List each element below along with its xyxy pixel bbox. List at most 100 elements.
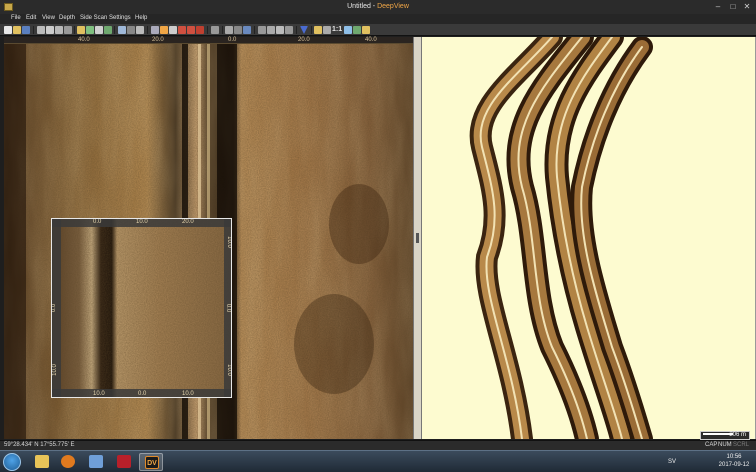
shield-icon xyxy=(117,455,131,468)
toolbar-separator xyxy=(222,26,223,34)
undo-icon[interactable] xyxy=(178,26,186,34)
cut-icon[interactable] xyxy=(37,26,45,34)
ruler-tick: 0.0 xyxy=(228,37,237,43)
toolbar-separator xyxy=(114,26,115,34)
start-button[interactable] xyxy=(3,453,21,471)
menu-side-scan[interactable]: Side Scan xyxy=(80,15,107,21)
menu-help[interactable]: Help xyxy=(135,15,147,21)
chart-map-view[interactable] xyxy=(422,37,756,439)
splitter-handle[interactable] xyxy=(416,233,419,243)
pan-icon[interactable] xyxy=(127,26,135,34)
taskbar-explorer[interactable] xyxy=(30,453,54,471)
cap-indicator: CAP xyxy=(705,442,718,448)
map-icon[interactable] xyxy=(95,26,103,34)
settings-icon[interactable] xyxy=(362,26,370,34)
chart-icon[interactable] xyxy=(104,26,112,34)
menu-settings[interactable]: Settings xyxy=(109,15,131,21)
text-icon[interactable] xyxy=(77,26,85,34)
paste-icon[interactable] xyxy=(55,26,63,34)
taskbar-media-player[interactable] xyxy=(56,453,80,471)
filter-icon[interactable] xyxy=(300,26,308,34)
toolbar-separator xyxy=(147,26,148,34)
search-icon[interactable] xyxy=(258,26,266,34)
bars-icon[interactable] xyxy=(285,26,293,34)
menu-edit[interactable]: Edit xyxy=(26,15,36,21)
image-icon[interactable] xyxy=(86,26,94,34)
select-icon[interactable] xyxy=(160,26,168,34)
menu-depth[interactable]: Depth xyxy=(59,15,75,21)
zoom-icon[interactable] xyxy=(169,26,177,34)
redo-icon[interactable] xyxy=(187,26,195,34)
survey-track-map xyxy=(469,37,653,439)
signal-icon[interactable] xyxy=(353,26,361,34)
minimize-button[interactable]: – xyxy=(712,1,724,12)
taskbar-antivirus[interactable] xyxy=(112,453,136,471)
record-icon[interactable] xyxy=(211,26,219,34)
sonar-ruler: 40.0 20.0 0.0 20.0 40.0 xyxy=(4,37,413,44)
menu-view[interactable]: View xyxy=(42,15,55,21)
taskbar-paint[interactable] xyxy=(84,453,108,471)
ruler-tick: 40.0 xyxy=(365,37,377,43)
inset-tick: 0.0 xyxy=(93,219,102,225)
contrast-icon[interactable] xyxy=(267,26,275,34)
anchor-icon[interactable] xyxy=(136,26,144,34)
title-bar: Untitled - DeepView – □ ✕ xyxy=(0,0,756,14)
toolbar-separator xyxy=(296,26,297,34)
edit-icon[interactable] xyxy=(344,26,352,34)
measure-icon[interactable] xyxy=(118,26,126,34)
num-indicator: NUM xyxy=(718,442,732,448)
maximize-button[interactable]: □ xyxy=(727,1,739,12)
ruler-icon[interactable] xyxy=(276,26,284,34)
clock-time: 10:56 xyxy=(726,454,742,460)
inset-image xyxy=(52,219,231,397)
inset-tick: 0.0 xyxy=(225,303,232,313)
title-prefix: Untitled - xyxy=(347,3,378,10)
one-to-one-button[interactable]: 1:1 xyxy=(332,26,342,34)
toolbar-separator xyxy=(311,26,312,34)
grid-lines-icon[interactable] xyxy=(314,26,322,34)
scale-label: 206 m xyxy=(729,432,746,438)
track-icon[interactable] xyxy=(225,26,233,34)
scrl-indicator: SCRL xyxy=(733,442,750,448)
menu-file[interactable]: File xyxy=(11,15,21,21)
toolbar-separator xyxy=(254,26,255,34)
stop-icon[interactable] xyxy=(196,26,204,34)
toolbar-separator xyxy=(207,26,208,34)
inset-tick: 10.0 xyxy=(51,364,58,376)
grid-icon[interactable] xyxy=(64,26,72,34)
save-icon[interactable] xyxy=(22,26,30,34)
toolbar-separator xyxy=(74,26,75,34)
layers-icon[interactable] xyxy=(323,26,331,34)
close-button[interactable]: ✕ xyxy=(741,1,753,12)
waypoint-icon[interactable] xyxy=(243,26,251,34)
window-title: Untitled - DeepView xyxy=(0,3,756,10)
folder-icon xyxy=(35,455,49,468)
title-brand: DeepView xyxy=(377,3,409,10)
deepview-window: Untitled - DeepView – □ ✕ File Edit View… xyxy=(0,0,756,472)
status-bar: 59°28.434' N 17°55.775' E CAP NUM SCRL xyxy=(0,440,756,450)
ruler-tick: 40.0 xyxy=(78,37,90,43)
sonar-inset[interactable]: 0.0 10.0 20.0 10.0 0.0 10.0 10.0 0.0 10.… xyxy=(51,218,232,398)
new-icon[interactable] xyxy=(4,26,12,34)
ruler-tick: 20.0 xyxy=(298,37,310,43)
inset-tick: 0.0 xyxy=(138,391,147,397)
clock-date: 2017-09-12 xyxy=(718,462,750,468)
ruler-tick: 20.0 xyxy=(152,37,164,43)
language-indicator[interactable]: SV xyxy=(668,459,676,465)
taskbar-deepview[interactable]: DV xyxy=(139,453,163,471)
pencil-icon[interactable] xyxy=(151,26,159,34)
inset-tick: 10.0 xyxy=(182,391,194,397)
lock-icon[interactable] xyxy=(234,26,242,34)
copy-icon[interactable] xyxy=(46,26,54,34)
open-icon[interactable] xyxy=(13,26,21,34)
map-scale: 206 m xyxy=(700,431,750,440)
inset-tick: 20.0 xyxy=(182,219,194,225)
paint-icon xyxy=(89,455,103,468)
media-player-icon xyxy=(61,455,75,468)
toolbar: 1:1 xyxy=(0,24,756,36)
toolbar-separator xyxy=(33,26,34,34)
pane-splitter[interactable] xyxy=(413,37,422,439)
inset-tick: 0.0 xyxy=(51,303,58,313)
inset-tick: 10.0 xyxy=(93,391,105,397)
system-clock[interactable]: 10:56 2017-09-12 xyxy=(714,453,754,469)
